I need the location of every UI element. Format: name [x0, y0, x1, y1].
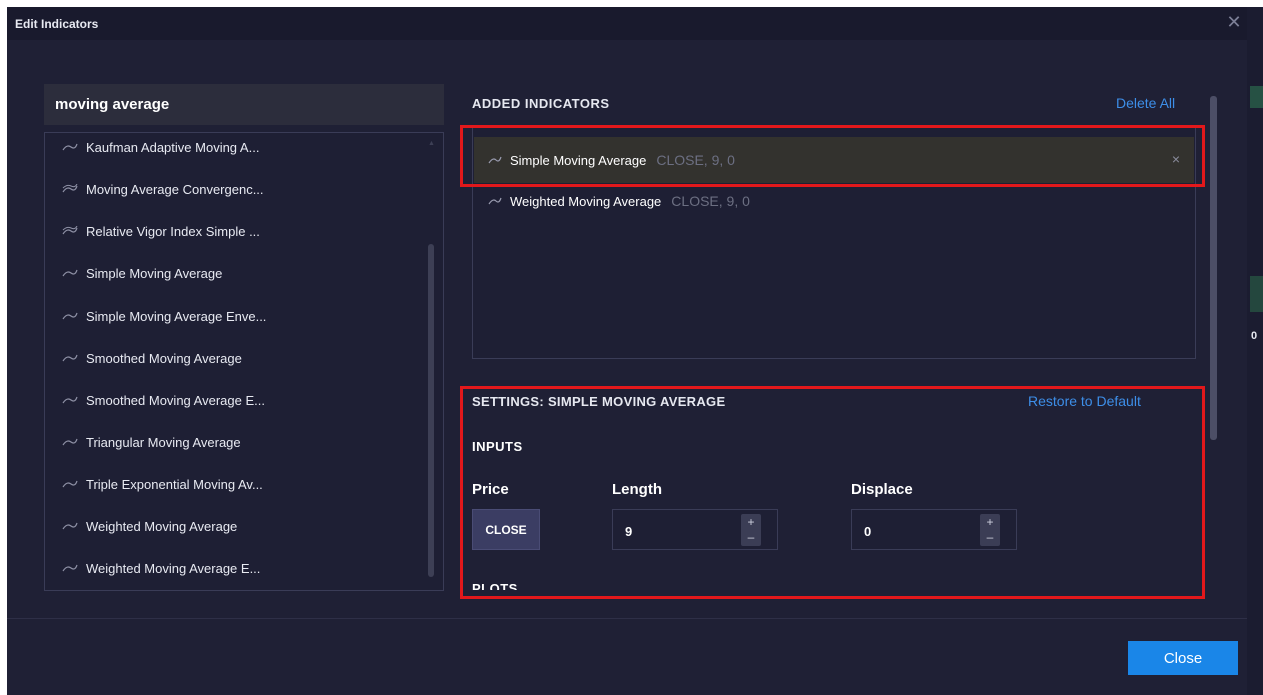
added-indicators-heading: ADDED INDICATORS — [472, 96, 610, 111]
indicator-list-item[interactable]: Weighted Moving Average E... — [62, 558, 260, 578]
line-icon — [62, 354, 78, 362]
line-icon — [62, 143, 78, 151]
indicator-list-label: Relative Vigor Index Simple ... — [86, 223, 260, 239]
indicator-list-label: Simple Moving Average Enve... — [86, 308, 267, 324]
indicator-list-label: Triple Exponential Moving Av... — [86, 476, 263, 492]
indicator-list-label: Weighted Moving Average — [86, 518, 238, 534]
added-indicator-name: Weighted Moving Average — [510, 193, 662, 209]
indicator-list-item[interactable]: Triple Exponential Moving Av... — [62, 474, 263, 494]
line-icon — [488, 197, 502, 205]
indicator-list-label: Kaufman Adaptive Moving A... — [86, 139, 260, 155]
indicator-list-label: Weighted Moving Average E... — [86, 560, 261, 576]
highlight-box-selected-indicator — [460, 125, 1205, 187]
indicator-list-item[interactable]: Simple Moving Average Enve... — [62, 306, 266, 326]
line-icon — [62, 396, 78, 404]
scroll-up-icon[interactable]: ▲ — [428, 140, 435, 150]
chart-edge-bar — [1250, 276, 1263, 312]
indicator-list-item[interactable]: Simple Moving Average — [62, 263, 222, 283]
indicator-list-item[interactable]: Relative Vigor Index Simple ... — [62, 221, 260, 241]
indicator-list-label: Simple Moving Average — [86, 265, 223, 281]
footer-divider — [7, 618, 1247, 619]
close-icon[interactable]: ✕ — [1225, 13, 1243, 31]
indicator-list-item[interactable]: Smoothed Moving Average — [62, 348, 242, 368]
indicator-list-item[interactable]: Weighted Moving Average — [62, 516, 237, 536]
close-button[interactable]: Close — [1128, 641, 1238, 675]
indicator-list-item[interactable]: Moving Average Convergenc... — [62, 179, 264, 199]
delete-all-link[interactable]: Delete All — [1116, 95, 1175, 111]
line-icon — [62, 564, 78, 572]
line-icon — [62, 312, 78, 320]
indicator-list-item[interactable]: Smoothed Moving Average E... — [62, 390, 265, 410]
indicator-list-item[interactable]: Kaufman Adaptive Moving A... — [62, 137, 259, 157]
line-icon — [62, 438, 78, 446]
highlight-box-settings — [460, 386, 1205, 599]
search-input-value: moving average — [55, 96, 170, 113]
line-icon — [62, 480, 78, 488]
chart-edge-bar — [1250, 86, 1263, 108]
double-line-icon — [62, 184, 78, 193]
chart-edge-label: 0 — [1251, 330, 1258, 342]
indicator-list-label: Moving Average Convergenc... — [86, 181, 264, 197]
right-panel-scrollbar[interactable] — [1210, 96, 1217, 440]
indicator-list-label: Smoothed Moving Average — [86, 350, 242, 366]
title-bar: Edit Indicators ✕ — [7, 7, 1247, 40]
chart-edge-strip — [1247, 7, 1263, 695]
indicator-list-item[interactable]: Triangular Moving Average — [62, 432, 241, 452]
results-scrollbar[interactable] — [428, 244, 434, 577]
indicator-list-label: Smoothed Moving Average E... — [86, 392, 265, 408]
indicator-list-label: Triangular Moving Average — [86, 434, 241, 450]
dialog-title: Edit Indicators — [15, 17, 99, 31]
line-icon — [62, 269, 78, 277]
double-line-icon — [62, 226, 78, 235]
added-indicator-params: CLOSE, 9, 0 — [671, 193, 750, 209]
line-icon — [62, 522, 78, 530]
